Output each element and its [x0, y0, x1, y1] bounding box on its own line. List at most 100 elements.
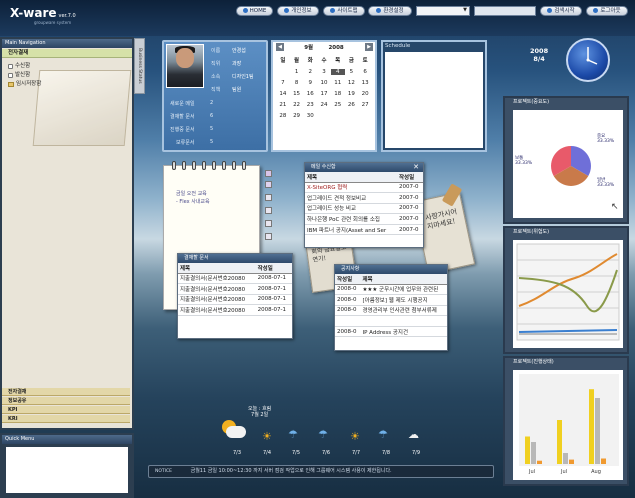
search-input[interactable]	[474, 6, 536, 16]
memo-color-tab[interactable]	[265, 207, 272, 214]
home-button[interactable]: HOME	[236, 6, 273, 16]
calendar-day[interactable]: 8	[290, 80, 304, 86]
memo-color-tab[interactable]	[265, 233, 272, 240]
nav-title: Main Navigation	[2, 39, 132, 48]
quick-menu-title: Quick Menu	[2, 435, 132, 444]
stat-hold[interactable]: 보류문서	[176, 139, 194, 146]
sun-icon: ☀	[262, 430, 272, 443]
calendar-day[interactable]: 2	[303, 69, 317, 75]
logo[interactable]: X-ware ver.7.0	[10, 6, 76, 20]
calendar-day[interactable]: 21	[276, 102, 290, 108]
nav-bottom-kri[interactable]: KRI	[2, 415, 130, 423]
user-icon	[284, 8, 290, 13]
calendar-day[interactable]: 15	[290, 91, 304, 97]
bar-chart-area: Jul Jul Aug	[513, 370, 623, 480]
calendar-day[interactable]: 6	[358, 69, 372, 75]
table-row[interactable]: 지출결의서(문서번호20080 2008-07-1	[178, 273, 292, 285]
calendar-day[interactable]: 30	[303, 113, 317, 119]
stat-new-mail[interactable]: 새로운 메일	[170, 100, 195, 107]
table-row[interactable]: 2008-0 경영관리부 인사관련 첨부서류제	[335, 305, 447, 317]
calendar-day[interactable]: 10	[317, 80, 331, 86]
stat-hold-count[interactable]: 5	[210, 139, 213, 145]
search-scope-select[interactable]: ▼	[416, 6, 470, 16]
calendar-day[interactable]: 12	[345, 80, 359, 86]
calendar-day[interactable]: 19	[345, 91, 359, 97]
business-status-tab[interactable]: Business Status	[134, 38, 145, 94]
profile-label-role: 직책	[211, 87, 221, 93]
notice-title: 공지사항	[335, 265, 447, 274]
profile-label-position: 직위	[211, 61, 221, 67]
table-row[interactable]: 업그레이드 견적 정보비교 2007-0	[305, 192, 423, 204]
stat-approve[interactable]: 결재할 문서	[170, 113, 195, 120]
table-row[interactable]	[335, 315, 447, 327]
calendar-day[interactable]: 23	[303, 102, 317, 108]
memo-color-tab[interactable]	[265, 170, 272, 177]
close-icon[interactable]: ✕	[413, 163, 419, 171]
nav-bottom-info[interactable]: 정보공유	[2, 397, 130, 405]
calendar-day[interactable]: 3	[317, 69, 331, 75]
personal-info-button[interactable]: 개인정보	[277, 6, 319, 16]
tree-item-inbox[interactable]: 수신함	[8, 62, 41, 71]
calendar-day[interactable]: 20	[358, 91, 372, 97]
notice-ticker[interactable]: NOTICE 금월11 금일 10:00~12:30 까지 서버 점검 작업으로…	[148, 465, 494, 478]
profile-value-position: 과장	[232, 61, 242, 67]
settings-button[interactable]: 환경설정	[368, 6, 412, 16]
calendar-day[interactable]: 13	[358, 80, 372, 86]
tree-item-drafts[interactable]: 임시저장함	[8, 80, 41, 89]
table-row[interactable]: X-SiteORG 협력 2007-0	[305, 182, 423, 194]
calendar-day[interactable]: 24	[317, 102, 331, 108]
weather-day: 7/7	[351, 450, 361, 456]
stat-progress-count[interactable]: 5	[210, 126, 213, 132]
sun-icon: ☀	[350, 430, 360, 443]
calendar-day[interactable]: 9	[303, 80, 317, 86]
calendar-day[interactable]: 7	[276, 80, 290, 86]
memo-text: 금일 오전 교육 - Flex 사내교육	[176, 191, 210, 205]
logo-subtitle: groupware system	[34, 20, 72, 25]
memo-color-tab[interactable]	[265, 194, 272, 201]
calendar-day[interactable]: 18	[331, 91, 345, 97]
weather-day: 7/9	[411, 450, 421, 456]
calendar-day[interactable]: 5	[345, 69, 359, 75]
calendar-day[interactable]: 28	[276, 113, 290, 119]
stat-progress[interactable]: 진행중 문서	[170, 126, 195, 133]
search-icon	[547, 8, 553, 13]
table-row[interactable]: 지출결의서(문서번호20080 2008-07-1	[178, 294, 292, 306]
memo-color-tab[interactable]	[265, 220, 272, 227]
table-row[interactable]: 하나은행 PoC 관련 회의를 소집 2007-0	[305, 213, 423, 225]
calendar-day[interactable]: 1	[290, 69, 304, 75]
nav-category-approval[interactable]: 전자결재	[2, 49, 132, 58]
calendar-day[interactable]: 26	[345, 102, 359, 108]
pie-label-normal: 보통 33.33%	[515, 156, 533, 166]
notepad-ring	[192, 161, 196, 170]
top-bar	[0, 0, 635, 36]
calendar-day[interactable]: 17	[317, 91, 331, 97]
col-title: 제목	[305, 172, 397, 183]
table-row[interactable]: 2008-0 IP Address 공지건	[335, 326, 447, 338]
table-row[interactable]: 지출결의서(문서번호20080 2008-07-1	[178, 283, 292, 295]
table-row[interactable]: IBM 파트너 공지(Asset and Ser 2007-0	[305, 224, 423, 236]
notice-table: 작성일 제목 2008-0 ★★★ 군무시간에 업무와 관련된 2008-0 [아름정…	[335, 274, 447, 338]
tree-item-sent[interactable]: 발신함	[8, 71, 41, 80]
calendar-day[interactable]: 22	[290, 102, 304, 108]
table-row[interactable]: 지출결의서(문서번호20080 2008-07-1	[178, 304, 292, 316]
stat-approve-count[interactable]: 6	[210, 113, 213, 119]
table-row[interactable]: 2008-0 ★★★ 군무시간에 업무와 관련된	[335, 284, 447, 296]
pie-label-important: 중요 33.33%	[597, 134, 615, 144]
logout-button[interactable]: 로그아웃	[586, 6, 628, 16]
calendar-day[interactable]: 16	[303, 91, 317, 97]
calendar-day[interactable]: 14	[276, 91, 290, 97]
table-row[interactable]: 2008-0 [아름정보] 웹 제도 시행공지	[335, 294, 447, 306]
table-row[interactable]: 업그레이드 성능 비교 2007-0	[305, 203, 423, 215]
calendar-day[interactable]: 27	[358, 102, 372, 108]
memo-color-tab[interactable]	[265, 181, 272, 188]
calendar-day[interactable]: 4	[330, 69, 345, 75]
calendar-day[interactable]: 11	[331, 80, 345, 86]
calendar-day[interactable]: 29	[290, 113, 304, 119]
sitemap-button[interactable]: 사이트맵	[323, 6, 365, 16]
search-button[interactable]: 검색시작	[540, 6, 582, 16]
nav-bottom-kpi[interactable]: KPI	[2, 406, 130, 414]
stat-new-mail-count[interactable]: 2	[210, 100, 213, 106]
cloud-sun-icon	[220, 418, 246, 440]
nav-bottom-approval[interactable]: 전자결재	[2, 388, 130, 396]
calendar-day[interactable]: 25	[331, 102, 345, 108]
